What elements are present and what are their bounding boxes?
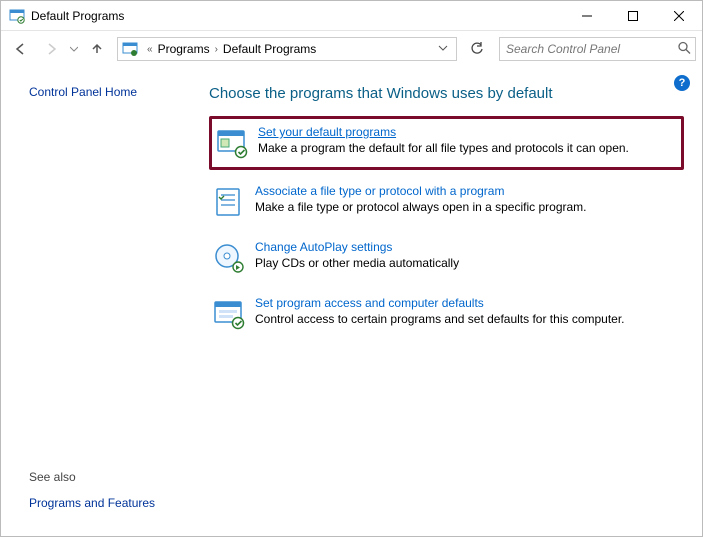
- breadcrumb-dropdown-icon[interactable]: [434, 42, 452, 56]
- search-icon[interactable]: [677, 41, 691, 58]
- breadcrumb-seg-default-programs[interactable]: Default Programs: [223, 42, 316, 56]
- breadcrumb-overflow-icon[interactable]: «: [142, 44, 158, 55]
- navbar: « Programs › Default Programs: [1, 31, 702, 67]
- option-desc: Make a program the default for all file …: [258, 141, 629, 155]
- app-icon: [9, 8, 25, 24]
- forward-button[interactable]: [37, 35, 65, 63]
- window-title: Default Programs: [31, 9, 124, 23]
- page-heading: Choose the programs that Windows uses by…: [209, 85, 684, 102]
- sidebar: Control Panel Home See also Programs and…: [1, 67, 201, 536]
- see-also-label: See also: [29, 470, 189, 484]
- chevron-right-icon: ›: [210, 44, 223, 55]
- option-set-default-programs[interactable]: Set your default programs Make a program…: [209, 116, 684, 170]
- back-button[interactable]: [7, 35, 35, 63]
- option-desc: Make a file type or protocol always open…: [255, 200, 587, 214]
- option-link[interactable]: Associate a file type or protocol with a…: [255, 184, 504, 198]
- autoplay-icon: [213, 242, 245, 274]
- main: Control Panel Home See also Programs and…: [1, 67, 702, 536]
- refresh-button[interactable]: [465, 37, 489, 61]
- option-link[interactable]: Set program access and computer defaults: [255, 296, 484, 310]
- maximize-button[interactable]: [610, 1, 656, 31]
- minimize-button[interactable]: [564, 1, 610, 31]
- breadcrumb[interactable]: « Programs › Default Programs: [117, 37, 457, 61]
- content: ? Choose the programs that Windows uses …: [201, 67, 702, 536]
- titlebar: Default Programs: [1, 1, 702, 31]
- option-program-access[interactable]: Set program access and computer defaults…: [209, 290, 684, 338]
- search-box[interactable]: [499, 37, 696, 61]
- associate-icon: [213, 186, 245, 218]
- breadcrumb-icon: [122, 41, 138, 57]
- programs-and-features-link[interactable]: Programs and Features: [29, 496, 189, 510]
- option-autoplay[interactable]: Change AutoPlay settings Play CDs or oth…: [209, 234, 684, 282]
- option-link[interactable]: Change AutoPlay settings: [255, 240, 392, 254]
- recent-dropdown[interactable]: [67, 35, 81, 63]
- up-button[interactable]: [83, 35, 111, 63]
- search-input[interactable]: [500, 38, 695, 60]
- default-programs-icon: [216, 127, 248, 159]
- program-access-icon: [213, 298, 245, 330]
- option-link[interactable]: Set your default programs: [258, 125, 396, 139]
- option-desc: Play CDs or other media automatically: [255, 256, 459, 270]
- breadcrumb-seg-programs[interactable]: Programs: [158, 42, 210, 56]
- control-panel-home-link[interactable]: Control Panel Home: [29, 85, 189, 99]
- close-button[interactable]: [656, 1, 702, 31]
- help-icon[interactable]: ?: [674, 75, 690, 91]
- option-desc: Control access to certain programs and s…: [255, 312, 625, 326]
- option-associate-file-type[interactable]: Associate a file type or protocol with a…: [209, 178, 684, 226]
